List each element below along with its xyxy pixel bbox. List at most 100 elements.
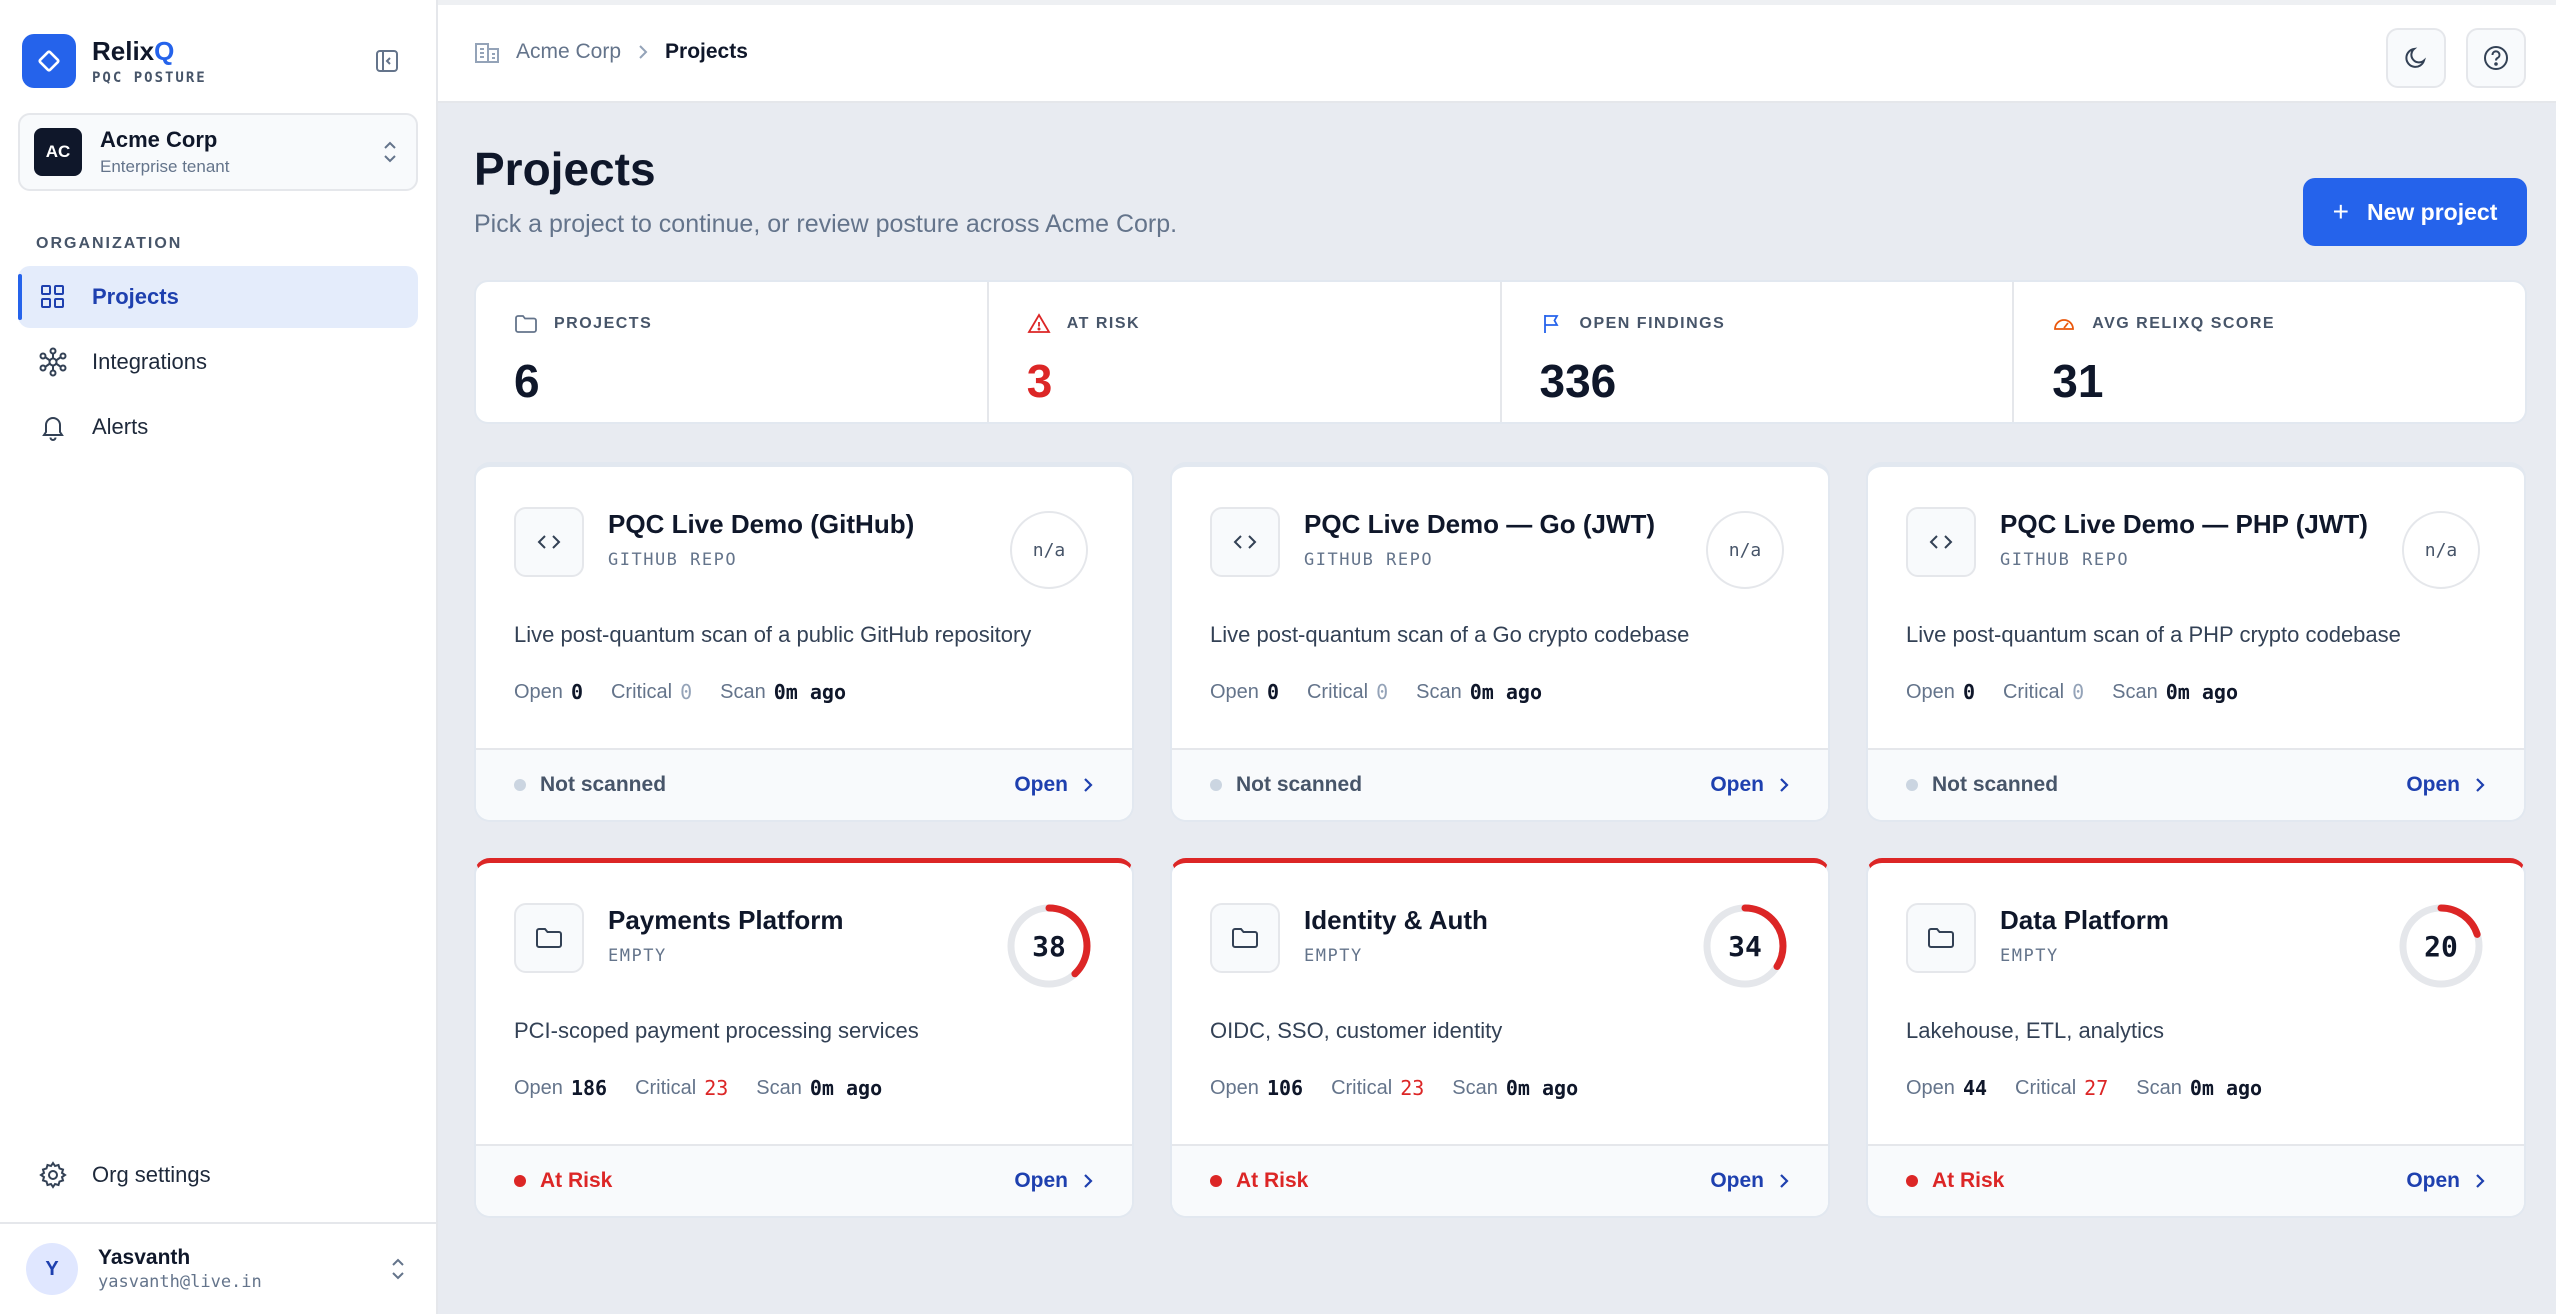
scan-time: 0m ago (2189, 1076, 2263, 1100)
user-menu[interactable]: Y Yasvanth yasvanth@live.in (0, 1222, 436, 1314)
critical-count: 0 (680, 680, 693, 704)
stat-label: PROJECTS (554, 315, 653, 332)
gear-icon (38, 1160, 68, 1190)
open-link-label: Open (1014, 773, 1068, 796)
page-subtitle: Pick a project to continue, or review po… (474, 210, 1178, 238)
critical-count: 27 (2084, 1076, 2109, 1100)
chevron-right-icon (1082, 776, 1094, 794)
critical-label: Critical (635, 1076, 697, 1099)
project-card[interactable]: Payments Platform EMPTY 38 PCI-scoped pa… (474, 858, 1134, 1218)
project-meta: Open 0 Critical 0 Scan 0m ago (1906, 680, 2266, 704)
scan-time: 0m ago (1505, 1076, 1579, 1100)
brand[interactable]: RelixQ PQC POSTURE (22, 34, 207, 88)
stat-open-findings: OPEN FINDINGS 336 (1502, 282, 2015, 422)
critical-label: Critical (1331, 1076, 1393, 1099)
open-label: Open (514, 680, 563, 703)
project-title: Identity & Auth (1304, 905, 1488, 935)
sidebar-item-integrations[interactable]: Integrations (18, 331, 418, 393)
open-count: 0 (570, 680, 583, 704)
tenant-switcher[interactable]: AC Acme Corp Enterprise tenant (18, 113, 418, 191)
sidebar-item-org-settings[interactable]: Org settings (18, 1144, 418, 1209)
score-value: n/a (1032, 539, 1066, 561)
project-card[interactable]: PQC Live Demo — PHP (JWT) GITHUB REPO n/… (1866, 462, 2526, 822)
score-ring: 34 (1700, 901, 1790, 991)
status-badge: Not scanned (1236, 773, 1363, 796)
project-card[interactable]: Data Platform EMPTY 20 Lakehouse, ETL, a… (1866, 858, 2526, 1218)
new-project-button[interactable]: + New project (2303, 178, 2527, 246)
open-count: 0 (1962, 680, 1975, 704)
stat-label: OPEN FINDINGS (1579, 315, 1726, 332)
scan-label: Scan (1416, 680, 1462, 703)
card-footer: Not scanned Open (1172, 748, 1828, 820)
open-project-link[interactable]: Open (1014, 1169, 1094, 1193)
moon-icon (2405, 47, 2426, 68)
project-meta: Open 0 Critical 0 Scan 0m ago (514, 680, 874, 704)
project-card[interactable]: PQC Live Demo — Go (JWT) GITHUB REPO n/a… (1170, 462, 1830, 822)
nav-section-label: ORGANIZATION (36, 235, 183, 252)
theme-toggle-button[interactable] (2386, 28, 2446, 88)
scan-time: 0m ago (2165, 680, 2238, 704)
project-type: EMPTY (608, 946, 667, 966)
new-project-label: New project (2366, 198, 2498, 225)
user-name: Yasvanth (98, 1246, 191, 1269)
score-ring: 38 (1004, 901, 1094, 991)
sidebar-item-alerts[interactable]: Alerts (18, 396, 418, 458)
folder-icon (1906, 903, 1976, 973)
chevron-right-icon (1778, 1172, 1790, 1190)
brand-logo-icon (22, 34, 76, 88)
help-button[interactable] (2466, 28, 2526, 88)
critical-count: 0 (2072, 680, 2085, 704)
score-value: n/a (1728, 539, 1762, 561)
project-type: EMPTY (2000, 946, 2059, 966)
open-label: Open (1906, 680, 1955, 703)
card-footer: At Risk Open (476, 1144, 1132, 1216)
tenant-subtitle: Enterprise tenant (100, 157, 230, 176)
critical-label: Critical (2002, 680, 2065, 703)
project-description: Live post-quantum scan of a PHP crypto c… (1906, 622, 2401, 647)
critical-count: 23 (1400, 1076, 1425, 1100)
open-project-link[interactable]: Open (2406, 773, 2486, 797)
collapse-sidebar-icon[interactable] (372, 46, 402, 76)
gauge-icon (2054, 319, 2075, 330)
card-footer: Not scanned Open (476, 748, 1132, 820)
scan-label: Scan (756, 1076, 802, 1099)
stat-avg-score: AVG RELIXQ SCORE 31 (2014, 282, 2525, 422)
open-label: Open (1906, 1076, 1955, 1099)
code-icon (514, 507, 584, 577)
status-dot (1906, 779, 1918, 791)
org-settings-link[interactable]: Org settings (18, 1144, 418, 1206)
open-link-label: Open (1710, 1169, 1764, 1192)
stat-value: 31 (2052, 355, 2104, 407)
sidebar-item-projects[interactable]: Projects (18, 266, 418, 328)
project-meta: Open 44 Critical 27 Scan 0m ago (1906, 1076, 2290, 1100)
stats-summary: PROJECTS 6 AT RISK 3 OPEN FINDINGS 336 A… (474, 280, 2527, 424)
status-badge: At Risk (1932, 1169, 2005, 1192)
chevron-right-icon (2474, 1172, 2486, 1190)
open-project-link[interactable]: Open (2406, 1169, 2486, 1193)
status-badge: At Risk (1236, 1169, 1309, 1192)
critical-count: 0 (1376, 680, 1389, 704)
critical-label: Critical (610, 680, 673, 703)
open-link-label: Open (1710, 773, 1764, 796)
grid-icon (38, 282, 68, 312)
open-count: 0 (1266, 680, 1279, 704)
open-project-link[interactable]: Open (1710, 1169, 1790, 1193)
project-card[interactable]: PQC Live Demo (GitHub) GITHUB REPO n/a L… (474, 462, 1134, 822)
open-project-link[interactable]: Open (1710, 773, 1790, 797)
stat-at-risk: AT RISK 3 (989, 282, 1502, 422)
project-type: GITHUB REPO (608, 550, 738, 570)
breadcrumb-org-link[interactable]: Acme Corp (516, 40, 621, 64)
project-title: PQC Live Demo — PHP (JWT) (2000, 509, 2368, 539)
top-bar: Acme Corp Projects (438, 0, 2556, 103)
folder-icon (515, 315, 537, 333)
bell-icon (38, 412, 68, 442)
project-card[interactable]: Identity & Auth EMPTY 34 OIDC, SSO, cust… (1170, 858, 1830, 1218)
score-ring: 20 (2396, 901, 2486, 991)
open-label: Open (1210, 1076, 1259, 1099)
stat-value: 6 (514, 355, 540, 407)
avatar: Y (26, 1243, 78, 1295)
score-ring: n/a (1700, 505, 1790, 595)
open-project-link[interactable]: Open (1014, 773, 1094, 797)
chevron-right-icon (637, 43, 649, 61)
stat-value: 3 (1026, 355, 1053, 407)
